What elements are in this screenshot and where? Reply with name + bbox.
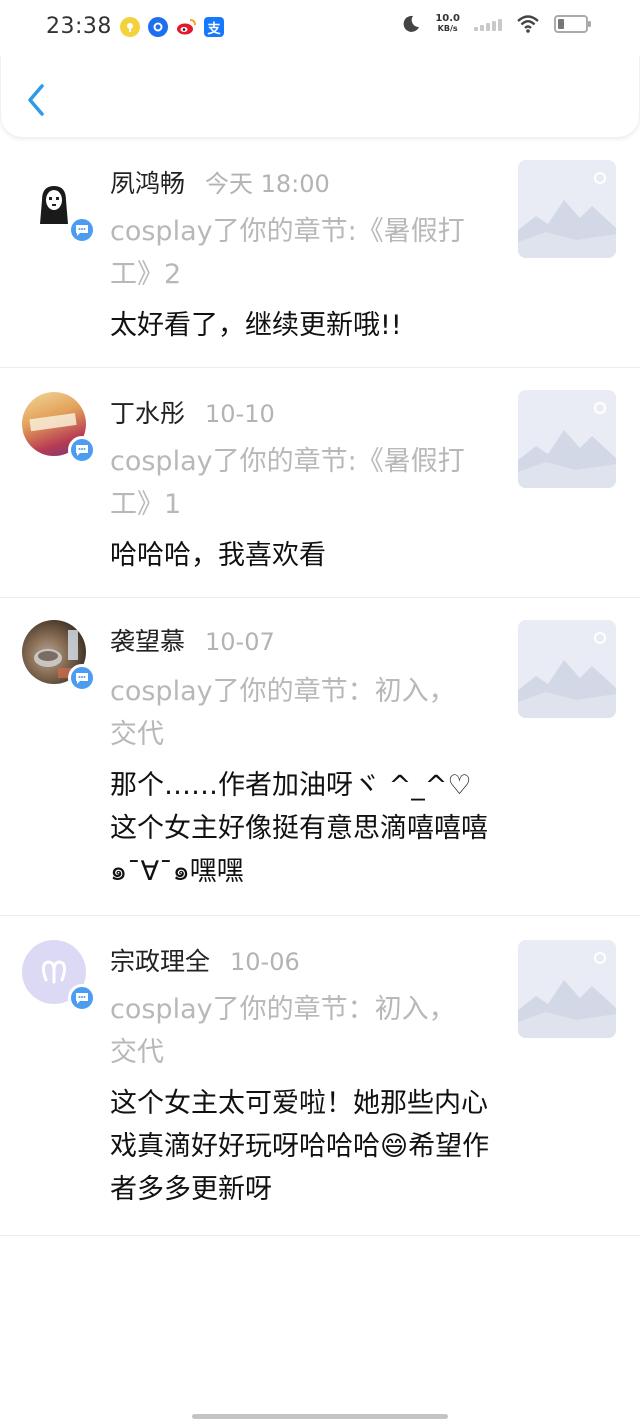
alipay-icon: 支 <box>204 17 224 37</box>
back-button[interactable] <box>19 80 53 120</box>
name-line: 宗政理全 10-06 <box>110 942 300 978</box>
status-time: 23:38 <box>46 14 112 39</box>
comment-badge-icon <box>68 984 96 1012</box>
battery-icon <box>554 15 591 33</box>
list-item[interactable]: 夙鸿畅 今天 18:00 cosplay了你的章节:《暑假打工》2 太好看了，继… <box>0 138 640 368</box>
user-name[interactable]: 丁水彤 <box>110 394 185 430</box>
name-line: 丁水彤 10-10 <box>110 394 275 430</box>
chapter-thumbnail[interactable] <box>518 620 616 718</box>
chapter-thumbnail[interactable] <box>518 940 616 1038</box>
notification-app-icon <box>120 17 140 37</box>
name-line: 夙鸿畅 今天 18:00 <box>110 164 330 200</box>
action-text: cosplay了你的章节：初入，交代 <box>110 676 456 750</box>
comment-text: 那个……作者加油呀ヾ ^_^♡ 这个女主好像挺有意思滴嘻嘻嘻๑¯∀¯๑嘿嘿 <box>110 770 488 887</box>
timestamp: 10-06 <box>230 948 300 976</box>
comment-badge-icon <box>68 436 96 464</box>
avatar[interactable] <box>22 620 96 692</box>
user-name[interactable]: 夙鸿畅 <box>110 164 185 200</box>
notification-list: 夙鸿畅 今天 18:00 cosplay了你的章节:《暑假打工》2 太好看了，继… <box>0 138 640 1236</box>
name-line: 袭望慕 10-07 <box>110 622 275 658</box>
chapter-thumbnail[interactable] <box>518 160 616 258</box>
nav-bar <box>0 56 640 138</box>
timestamp: 10-10 <box>205 400 275 428</box>
comment-text: 太好看了，继续更新哦!! <box>110 310 402 341</box>
chapter-thumbnail[interactable] <box>518 390 616 488</box>
comment-text: 这个女主太可爱啦！她那些内心戏真滴好好玩呀哈哈哈😄希望作者多多更新呀 <box>110 1088 490 1205</box>
chevron-left-icon <box>28 84 44 116</box>
action-text: cosplay了你的章节：初入，交代 <box>110 994 456 1068</box>
user-name[interactable]: 袭望慕 <box>110 622 185 658</box>
status-bar: 23:38 支 10.0 KB/s <box>0 0 640 56</box>
list-item[interactable]: 袭望慕 10-07 cosplay了你的章节：初入，交代 那个……作者加油呀ヾ … <box>0 598 640 916</box>
user-name[interactable]: 宗政理全 <box>110 942 210 978</box>
action-text: cosplay了你的章节:《暑假打工》1 <box>110 446 465 520</box>
avatar[interactable] <box>22 940 96 1012</box>
moon-icon <box>403 15 420 32</box>
comment-badge-icon <box>68 664 96 692</box>
net-speed: 10.0 KB/s <box>435 14 460 34</box>
home-indicator[interactable] <box>192 1414 448 1419</box>
status-indicators: 10.0 KB/s <box>401 14 591 34</box>
timestamp: 10-07 <box>205 628 275 656</box>
avatar[interactable] <box>22 392 96 464</box>
avatar[interactable] <box>22 172 96 244</box>
net-speed-unit: KB/s <box>437 24 458 33</box>
comment-text: 哈哈哈，我喜欢看 <box>110 540 326 571</box>
net-speed-value: 10.0 <box>435 13 460 24</box>
message-app-icon <box>148 17 168 37</box>
wifi-icon <box>517 15 539 33</box>
timestamp: 今天 18:00 <box>205 170 330 198</box>
action-text: cosplay了你的章节:《暑假打工》2 <box>110 216 465 290</box>
list-item[interactable]: 宗政理全 10-06 cosplay了你的章节：初入，交代 这个女主太可爱啦！她… <box>0 916 640 1236</box>
signal-icon <box>474 17 502 31</box>
comment-badge-icon <box>68 216 96 244</box>
status-app-icons: 支 <box>120 17 224 37</box>
list-item[interactable]: 丁水彤 10-10 cosplay了你的章节:《暑假打工》1 哈哈哈，我喜欢看 <box>0 368 640 598</box>
weibo-icon <box>176 17 196 37</box>
